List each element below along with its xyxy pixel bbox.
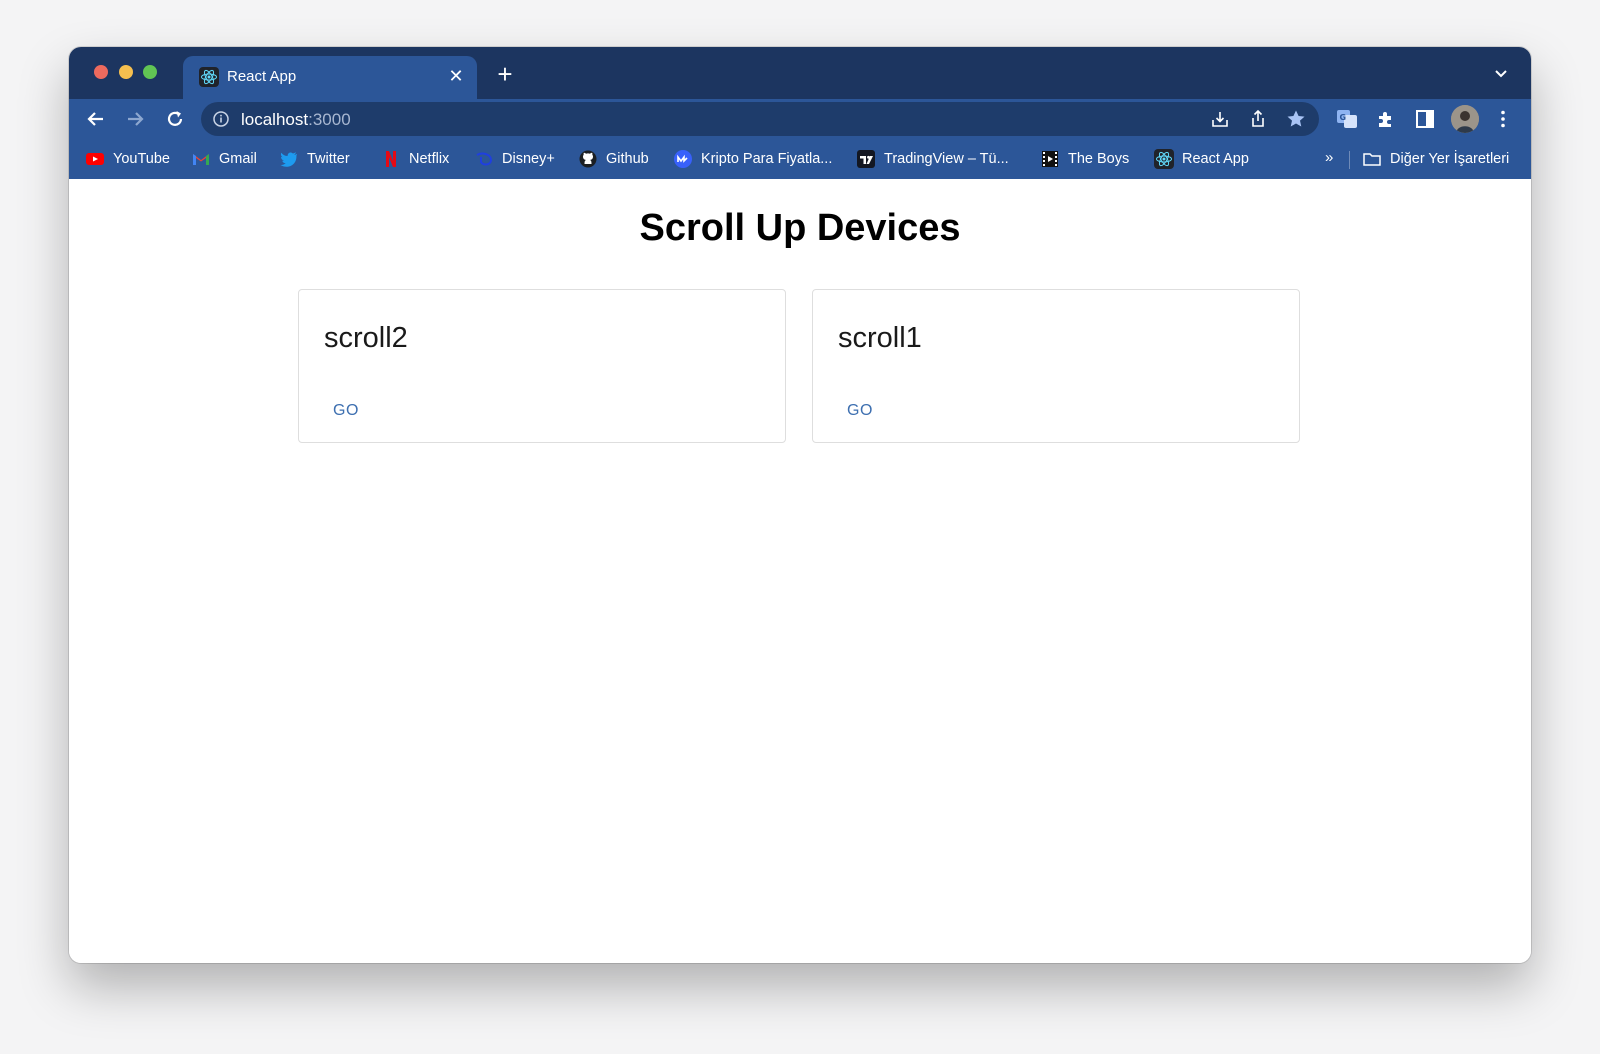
more-bookmarks-button[interactable]: » xyxy=(1325,149,1333,166)
minimize-window-button[interactable] xyxy=(119,65,133,79)
info-icon[interactable] xyxy=(212,110,230,128)
other-bookmarks-label: Diğer Yer İşaretleri xyxy=(1390,151,1510,167)
bookmark-youtube[interactable]: YouTube xyxy=(85,139,170,179)
close-tab-icon[interactable]: ✕ xyxy=(445,65,467,87)
device-card: scroll1 GO xyxy=(812,289,1300,443)
address-bar[interactable]: localhost:3000 xyxy=(201,102,1319,136)
bookmark-label: TradingView – Tü... xyxy=(884,151,1009,167)
svg-text:G: G xyxy=(1340,113,1347,122)
twitter-icon xyxy=(280,152,297,167)
go-button[interactable]: GO xyxy=(839,398,881,424)
bookmark-twitter[interactable]: Twitter xyxy=(279,139,350,179)
bookmark-label: Gmail xyxy=(219,151,257,167)
url-host: localhost xyxy=(241,110,309,129)
coinmarket-icon xyxy=(674,150,692,168)
film-icon xyxy=(1042,151,1058,167)
bookmark-react-app[interactable]: React App xyxy=(1154,139,1249,179)
bookmark-netflix[interactable]: Netflix xyxy=(381,139,449,179)
bookmark-label: Disney+ xyxy=(502,151,555,167)
zoom-window-button[interactable] xyxy=(143,65,157,79)
tab-title: React App xyxy=(227,68,297,85)
youtube-icon xyxy=(86,153,104,165)
bookmark-label: React App xyxy=(1182,151,1249,167)
back-arrow-icon[interactable] xyxy=(82,105,110,133)
page-content: Scroll Up Devices scroll2 GO scroll1 GO xyxy=(69,179,1531,963)
page-title: Scroll Up Devices xyxy=(639,207,961,249)
bookmark-the-boys[interactable]: The Boys xyxy=(1040,139,1129,179)
bookmark-star-icon[interactable] xyxy=(1285,108,1307,130)
new-tab-button[interactable]: + xyxy=(491,61,519,89)
extensions-puzzle-icon[interactable] xyxy=(1374,107,1398,131)
chevron-down-icon[interactable] xyxy=(1491,63,1511,83)
side-panel-icon[interactable] xyxy=(1413,107,1437,131)
reload-icon[interactable] xyxy=(161,105,189,133)
device-card: scroll2 GO xyxy=(298,289,786,443)
go-button[interactable]: GO xyxy=(325,398,367,424)
bookmark-label: The Boys xyxy=(1068,151,1130,167)
bookmarks-bar: YouTube Gmail Twitter Netflix Disney+ Gi… xyxy=(69,139,1531,179)
install-app-icon[interactable] xyxy=(1209,108,1231,130)
user-photo-icon xyxy=(1451,105,1479,133)
forward-arrow-icon[interactable] xyxy=(121,105,149,133)
toolbar: localhost:3000 G xyxy=(69,99,1531,139)
browser-window: React App ✕ + localhost:3000 G YouTube G… xyxy=(69,47,1531,963)
react-icon xyxy=(1154,149,1174,169)
folder-icon xyxy=(1363,153,1381,166)
bookmark-github[interactable]: Github xyxy=(578,139,649,179)
bookmark-disney[interactable]: Disney+ xyxy=(474,139,555,179)
url-text[interactable]: localhost:3000 xyxy=(241,110,351,130)
share-icon[interactable] xyxy=(1247,108,1269,130)
close-window-button[interactable] xyxy=(94,65,108,79)
bookmark-coinmarket[interactable]: Kripto Para Fiyatla... xyxy=(673,139,832,179)
bookmark-label: Github xyxy=(606,151,649,167)
translate-icon[interactable]: G xyxy=(1335,107,1359,131)
url-port: :3000 xyxy=(308,110,351,129)
bookmark-label: Twitter xyxy=(307,151,350,167)
device-name: scroll1 xyxy=(838,322,922,354)
kebab-menu-icon[interactable] xyxy=(1491,107,1515,131)
netflix-icon xyxy=(386,151,396,167)
bookmarks-divider xyxy=(1349,151,1350,169)
bookmark-label: Netflix xyxy=(409,151,450,167)
other-bookmarks-folder[interactable]: Diğer Yer İşaretleri xyxy=(1362,139,1509,179)
gmail-icon xyxy=(193,154,209,165)
disney-icon xyxy=(476,152,493,166)
bookmark-label: YouTube xyxy=(113,151,170,167)
react-icon xyxy=(199,67,219,87)
bookmark-label: Kripto Para Fiyatla... xyxy=(701,151,833,167)
tab-strip: React App ✕ + xyxy=(69,47,1531,99)
github-icon xyxy=(579,150,597,168)
bookmark-tradingview[interactable]: TradingView – Tü... xyxy=(856,139,1009,179)
bookmark-gmail[interactable]: Gmail xyxy=(191,139,257,179)
tradingview-icon xyxy=(857,150,875,168)
device-name: scroll2 xyxy=(324,322,408,354)
profile-avatar[interactable] xyxy=(1451,105,1479,133)
tab-react-app[interactable]: React App ✕ xyxy=(183,56,477,99)
